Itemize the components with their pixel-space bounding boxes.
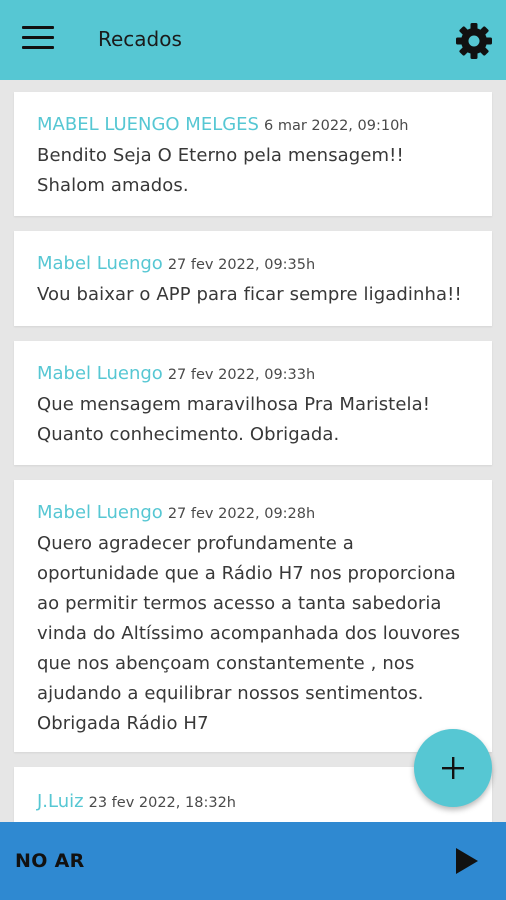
player-bar: NO AR <box>0 822 506 900</box>
message-author: Mabel Luengo <box>37 502 163 523</box>
message-card: MABEL LUENGO MELGES 6 mar 2022, 09:10h Be… <box>14 92 492 216</box>
app-bar: Recados <box>0 0 506 80</box>
message-time: 23 fev 2022, 18:32h <box>88 795 236 811</box>
gear-icon <box>456 23 492 59</box>
plus-icon <box>442 757 464 779</box>
menu-button[interactable] <box>22 26 58 56</box>
message-text: Que mensagem maravilhosa Pra Maristela! … <box>37 394 431 445</box>
message-card: Mabel Luengo 27 fev 2022, 09:28h Quero ag… <box>14 480 492 752</box>
message-card: Mabel Luengo 27 fev 2022, 09:35h Vou baix… <box>14 231 492 326</box>
message-author: Mabel Luengo <box>37 253 163 274</box>
on-air-label: NO AR <box>15 850 85 872</box>
settings-button[interactable] <box>454 21 494 61</box>
message-time: 6 mar 2022, 09:10h <box>263 118 409 134</box>
message-text: Quero agradecer profundamente a oportuni… <box>37 533 461 734</box>
messages-feed[interactable]: MABEL LUENGO MELGES 6 mar 2022, 09:10h Be… <box>0 80 506 822</box>
page-title: Recados <box>98 27 182 51</box>
message-text: Vou baixar o APP para ficar sempre ligad… <box>37 284 462 305</box>
message-author: MABEL LUENGO MELGES <box>37 114 259 135</box>
message-time: 27 fev 2022, 09:28h <box>167 506 316 522</box>
message-author: J.Luiz <box>37 791 84 812</box>
hamburger-menu-icon <box>22 26 58 49</box>
message-text: Bendito Seja O Eterno pela mensagem!! Sh… <box>37 145 404 196</box>
message-time: 27 fev 2022, 09:35h <box>167 257 316 273</box>
message-time: 27 fev 2022, 09:33h <box>167 367 316 383</box>
add-message-button[interactable] <box>414 729 492 807</box>
message-card: Mabel Luengo 27 fev 2022, 09:33h Que mens… <box>14 341 492 465</box>
play-icon <box>456 848 478 874</box>
message-author: Mabel Luengo <box>37 363 163 384</box>
play-button[interactable] <box>452 845 482 877</box>
